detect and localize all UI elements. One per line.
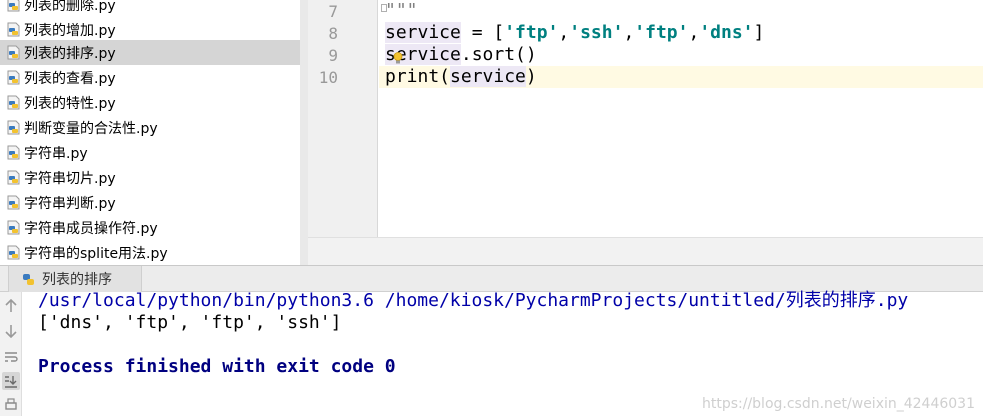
python-file-icon xyxy=(7,70,20,85)
tree-item-label: 字符串切片.py xyxy=(24,170,116,187)
run-tab[interactable]: 列表的排序 xyxy=(8,266,142,292)
method-call-token: .sort() xyxy=(460,44,537,65)
line-number: 7 xyxy=(328,2,338,21)
bracket-token: ] xyxy=(753,22,765,43)
code-area[interactable]: """ service = ['ftp','ssh','ftp','dns'] … xyxy=(379,0,983,237)
variable-token: service xyxy=(450,66,526,87)
python-file-icon xyxy=(7,95,20,110)
python-file-icon xyxy=(7,45,20,60)
tree-item-file[interactable]: 字符串切片.py xyxy=(0,165,300,190)
code-line-current: print(service) xyxy=(379,66,983,88)
scroll-to-end-icon[interactable] xyxy=(2,372,20,390)
python-file-icon xyxy=(7,195,20,210)
intention-bulb-icon[interactable] xyxy=(393,52,403,64)
tree-item-file[interactable]: 列表的增加.py xyxy=(0,17,300,42)
variable-token: service xyxy=(385,22,461,43)
line-number: 8 xyxy=(328,24,338,43)
run-tab-bar: 列表的排序 xyxy=(0,266,983,292)
tree-item-label: 字符串.py xyxy=(24,145,88,162)
tree-item-label: 列表的特性.py xyxy=(24,95,116,112)
comma-token: , xyxy=(688,22,700,43)
print-icon[interactable] xyxy=(2,396,20,414)
tree-item-file[interactable]: 列表的查看.py xyxy=(0,65,300,90)
tree-scrollbar[interactable] xyxy=(300,0,308,265)
line-number-gutter: 7 8 9 10 xyxy=(308,0,378,237)
code-line: service = ['ftp','ssh','ftp','dns'] xyxy=(379,22,983,44)
tree-item-label: 字符串判断.py xyxy=(24,195,116,212)
string-token: 'ftp' xyxy=(504,22,559,43)
code-editor[interactable]: 7 8 9 10 """ service = ['ftp','ssh','ftp… xyxy=(308,0,983,265)
run-tab-label: 列表的排序 xyxy=(42,272,112,288)
console-status-line: Process finished with exit code 0 xyxy=(38,356,396,377)
python-file-icon xyxy=(23,273,34,285)
line-number: 10 xyxy=(318,68,338,87)
tree-item-label: 判断变量的合法性.py xyxy=(24,120,158,137)
bracket-token: ) xyxy=(525,66,537,87)
tree-item-file[interactable]: 字符串成员操作符.py xyxy=(0,215,300,240)
tree-item-file[interactable]: 判断变量的合法性.py xyxy=(0,115,300,140)
tree-item-label: 列表的排序.py xyxy=(24,45,116,62)
tree-item-file[interactable]: 列表的删除.py xyxy=(0,0,300,17)
tree-item-file[interactable]: 字符串判断.py xyxy=(0,190,300,215)
tree-item-file[interactable]: 列表的特性.py xyxy=(0,90,300,115)
soft-wrap-icon[interactable] xyxy=(2,348,20,366)
tree-item-label: 列表的查看.py xyxy=(24,70,116,87)
python-file-icon xyxy=(7,0,20,12)
tree-item-label: 字符串成员操作符.py xyxy=(24,220,158,237)
string-token: 'ssh' xyxy=(569,22,624,43)
code-line: """ xyxy=(379,0,983,22)
tree-item-label: 字符串的splite用法.py xyxy=(24,245,168,262)
editor-footer xyxy=(308,237,983,265)
arrow-down-icon[interactable] xyxy=(2,322,20,340)
python-file-icon xyxy=(7,120,20,135)
console-command-line[interactable]: /usr/local/python/bin/python3.6 /home/ki… xyxy=(38,290,908,312)
run-panel: 列表的排序 /usr/local/python/bin/python3.6 /h… xyxy=(0,265,983,416)
python-file-icon xyxy=(7,170,20,185)
comma-token: , xyxy=(623,22,635,43)
function-token: print( xyxy=(385,66,451,87)
tree-item-file-selected[interactable]: 列表的排序.py xyxy=(0,40,300,65)
tree-item-label: 列表的删除.py xyxy=(24,0,116,14)
python-file-icon xyxy=(7,145,20,160)
python-file-icon xyxy=(7,220,20,235)
console-output-line: ['dns', 'ftp', 'ftp', 'ssh'] xyxy=(38,312,342,333)
python-file-icon xyxy=(7,245,20,260)
tree-item-file[interactable]: 字符串的splite用法.py xyxy=(0,240,300,265)
comma-token: , xyxy=(558,22,570,43)
string-token: 'ftp' xyxy=(634,22,689,43)
python-file-icon xyxy=(7,22,20,37)
tree-item-file[interactable]: 字符串.py xyxy=(0,140,300,165)
operator-token: = [ xyxy=(460,22,505,43)
project-tree: 列表的删除.py 列表的增加.py 列表的排序.py 列表的查看.py 列表的特… xyxy=(0,0,308,265)
docstring-quote: """ xyxy=(385,0,418,21)
line-number: 9 xyxy=(328,46,338,65)
arrow-up-icon[interactable] xyxy=(2,297,20,315)
watermark: https://blog.csdn.net/weixin_42446031 xyxy=(701,396,975,412)
string-token: 'dns' xyxy=(699,22,754,43)
code-line: service.sort() xyxy=(379,44,983,66)
run-toolbar xyxy=(0,292,22,416)
tree-item-label: 列表的增加.py xyxy=(24,22,116,39)
